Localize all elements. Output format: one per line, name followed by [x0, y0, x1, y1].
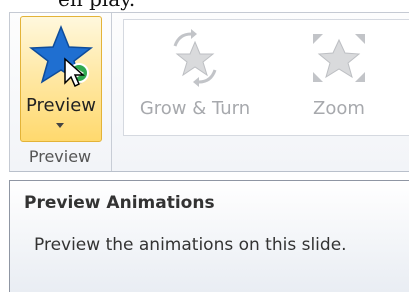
animations-ribbon: Preview Preview Grow & Turn Zoom: [9, 12, 409, 172]
preview-animations-tooltip: Preview Animations Preview the animation…: [9, 180, 409, 292]
tooltip-title: Preview Animations: [24, 193, 215, 213]
preview-button[interactable]: Preview: [20, 16, 102, 142]
preview-group-label: Preview: [28, 147, 92, 166]
dropdown-arrow-icon[interactable]: [56, 123, 64, 128]
animation-zoom[interactable]: Zoom: [274, 20, 404, 132]
preview-group: Preview Preview: [10, 13, 112, 171]
tooltip-body: Preview the animations on this slide.: [34, 235, 347, 255]
preview-star-icon: [29, 24, 94, 88]
animation-zoom-label: Zoom: [313, 98, 365, 119]
animation-grow-turn[interactable]: Grow & Turn: [130, 20, 260, 132]
animation-gallery: Grow & Turn Zoom: [123, 19, 409, 136]
zoom-star-icon: [313, 34, 365, 82]
preview-button-label: Preview: [25, 95, 97, 116]
grow-turn-star-icon: [173, 29, 217, 87]
animation-grow-turn-label: Grow & Turn: [139, 98, 251, 119]
page-text-fragment: en play.: [58, 0, 135, 11]
